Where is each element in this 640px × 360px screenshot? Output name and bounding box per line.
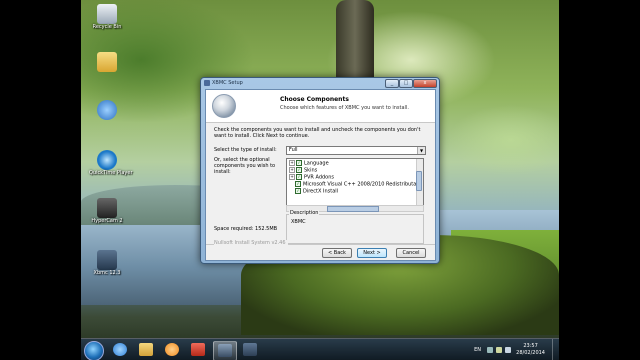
expand-icon[interactable]: +	[289, 160, 295, 166]
taskbar-app-media-player[interactable]	[161, 341, 183, 359]
back-button[interactable]: < Back	[322, 248, 352, 258]
header-subtitle: Choose which features of XBMC you want t…	[280, 105, 409, 111]
desktop: Recycle Bin QuickTime Player HyperCam 2 …	[81, 0, 559, 360]
language-indicator[interactable]: EN	[474, 347, 481, 353]
component-label: DirectX Install	[303, 188, 339, 195]
component-label: Skins	[304, 167, 318, 174]
app-icon	[204, 80, 210, 86]
taskbar-app-acrobat[interactable]	[187, 341, 209, 359]
components-label: Or, select the optional components you w…	[214, 157, 276, 175]
tray-arrow-icon[interactable]	[487, 347, 493, 353]
application-icon	[97, 100, 117, 120]
start-button[interactable]	[84, 341, 104, 360]
install-type-value: Full	[289, 147, 298, 153]
ie-icon	[113, 343, 127, 356]
minimize-button[interactable]: _	[385, 79, 399, 88]
expand-icon[interactable]: +	[289, 167, 295, 173]
volume-icon[interactable]	[505, 347, 511, 353]
recycle-bin-icon	[97, 4, 117, 24]
xbmc-icon	[243, 343, 257, 356]
close-button[interactable]: x	[413, 79, 437, 88]
desktop-icon-xbmc[interactable]: Xbmc 12.3	[89, 250, 125, 292]
component-item-pvr-addons[interactable]: + ✓ PVR Addons	[289, 174, 334, 181]
title-bar[interactable]: XBMC Setup _ □ x	[201, 78, 439, 88]
dialog-body: Choose Components Choose which features …	[205, 89, 436, 261]
component-label: Language	[304, 160, 329, 167]
folder-icon	[97, 52, 117, 72]
dialog-header: Choose Components Choose which features …	[206, 90, 435, 123]
system-clock[interactable]: 23:57 28/02/2014	[516, 343, 545, 357]
cancel-button[interactable]: Cancel	[396, 248, 426, 258]
taskbar-app-xbmc-setup[interactable]	[213, 341, 237, 360]
taskbar-app-explorer[interactable]	[135, 341, 157, 359]
description-box: Description XBMC	[286, 210, 424, 244]
folder-icon	[139, 343, 153, 356]
taskbar: EN 23:57 28/02/2014	[81, 338, 559, 360]
desktop-icon-label: Recycle Bin	[92, 24, 122, 30]
hypercam-icon	[97, 198, 117, 218]
checkbox-checked-icon[interactable]: ✓	[296, 167, 302, 173]
desktop-icon-label: QuickTime Player	[89, 170, 133, 176]
xbmc-icon	[97, 250, 117, 270]
description-text: XBMC	[291, 219, 306, 225]
taskbar-app-ie[interactable]	[109, 341, 131, 359]
installer-logo-icon	[212, 94, 236, 118]
checkbox-checked-icon[interactable]: ✓	[295, 188, 301, 194]
desktop-icon-quicktime[interactable]: QuickTime Player	[89, 150, 133, 192]
nsis-branding: Nullsoft Install System v2.46	[214, 240, 288, 246]
component-item-language[interactable]: + ✓ Language	[289, 160, 329, 167]
desktop-icon-recycle-bin[interactable]: Recycle Bin	[89, 4, 125, 46]
next-button[interactable]: Next >	[357, 248, 387, 258]
description-label: Description	[289, 210, 320, 216]
components-tree[interactable]: + ✓ Language + ✓ Skins + ✓ PVR Addons ✓ Microso…	[286, 158, 424, 206]
scrollbar-thumb[interactable]	[327, 206, 379, 212]
taskbar-app-xbmc[interactable]	[239, 341, 261, 359]
window-title: XBMC Setup	[212, 80, 243, 86]
network-icon[interactable]	[496, 347, 502, 353]
clock-time: 23:57	[523, 343, 538, 349]
desktop-icon-label: HyperCam 2	[91, 218, 123, 224]
instructions-text: Check the components you want to install…	[214, 127, 421, 139]
expand-icon[interactable]: +	[289, 174, 295, 180]
checkbox-checked-icon[interactable]: ✓	[296, 174, 302, 180]
chevron-down-icon[interactable]: ▼	[417, 147, 425, 154]
desktop-icon-hypercam[interactable]: HyperCam 2	[89, 198, 125, 240]
xbmc-setup-dialog: XBMC Setup _ □ x Choose Components Choos…	[200, 77, 440, 264]
acrobat-icon	[191, 343, 205, 356]
quicktime-icon	[97, 150, 117, 170]
scrollbar-thumb[interactable]	[416, 171, 422, 191]
header-title: Choose Components	[280, 96, 349, 103]
maximize-button[interactable]: □	[399, 79, 413, 88]
install-type-select[interactable]: Full ▼	[286, 146, 426, 155]
media-player-icon	[165, 343, 179, 356]
component-label: Microsoft Visual C++ 2008/2010 Redistrib…	[303, 181, 424, 188]
desktop-icon-label: Xbmc 12.3	[93, 270, 121, 276]
show-desktop-button[interactable]	[552, 339, 559, 360]
vertical-scrollbar[interactable]	[416, 159, 423, 205]
clock-date: 28/02/2014	[516, 350, 545, 356]
install-type-label: Select the type of install:	[214, 147, 277, 153]
space-required-text: Space required: 152.5MB	[214, 226, 278, 232]
xbmc-setup-icon	[218, 344, 232, 357]
component-item-skins[interactable]: + ✓ Skins	[289, 167, 317, 174]
desktop-icon-app[interactable]	[89, 100, 125, 142]
checkbox-checked-icon[interactable]: ✓	[295, 181, 301, 187]
desktop-icon-folder[interactable]	[89, 52, 125, 94]
component-item-vc-redist[interactable]: ✓ Microsoft Visual C++ 2008/2010 Redistri…	[295, 181, 424, 188]
component-label: PVR Addons	[304, 174, 335, 181]
checkbox-checked-icon[interactable]: ✓	[296, 160, 302, 166]
component-item-directx[interactable]: ✓ DirectX Install	[295, 188, 338, 195]
